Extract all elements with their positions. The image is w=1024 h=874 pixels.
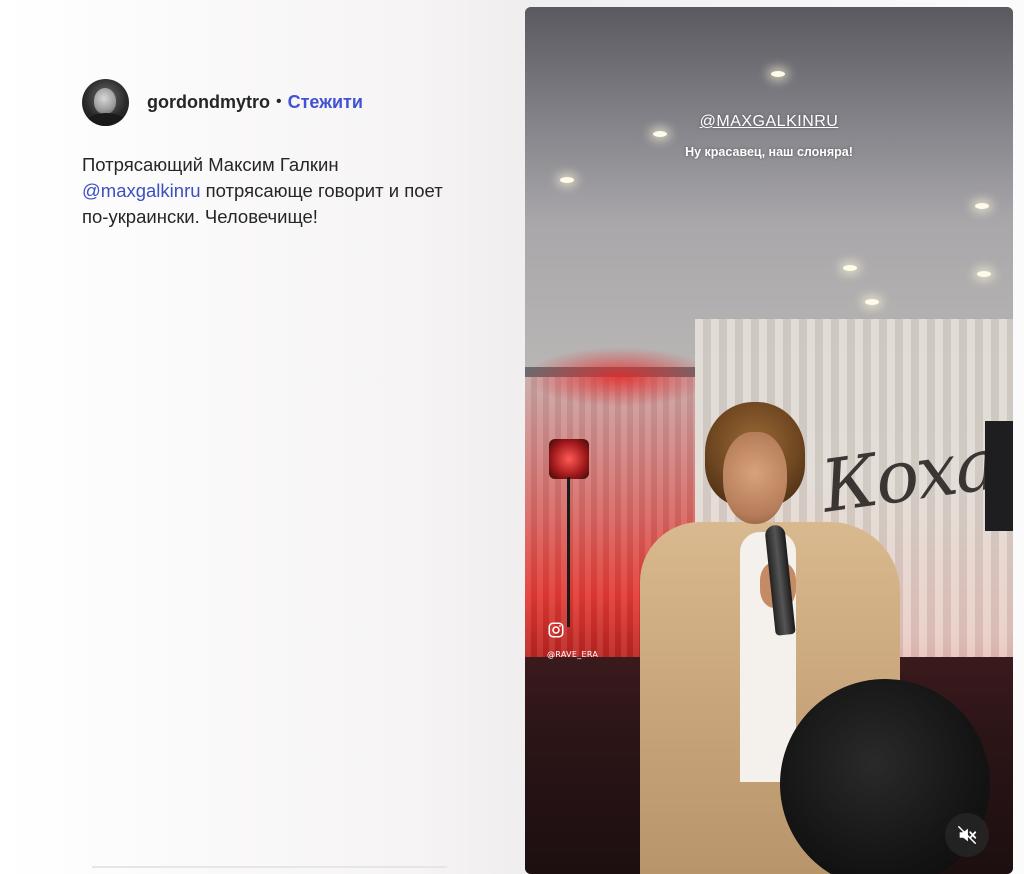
ceiling-light	[975, 203, 989, 209]
video-player[interactable]: Кохана @MAXGALKINRU Ну красавец, наш сло…	[525, 7, 1013, 874]
ceiling-light	[653, 131, 667, 137]
username-link[interactable]: gordondmytro	[147, 92, 270, 113]
mute-button[interactable]	[945, 813, 989, 857]
ceiling-light	[771, 71, 785, 77]
avatar-icon[interactable]	[82, 78, 129, 126]
light-stand	[567, 477, 570, 627]
wall-screen	[985, 421, 1013, 531]
avatar-head	[94, 87, 116, 114]
story-caption: Ну красавец, наш слоняра!	[685, 145, 853, 159]
ceiling-light	[865, 299, 879, 305]
instagram-icon	[548, 622, 564, 638]
caption-mention-link[interactable]: @maxgalkinru	[82, 180, 201, 201]
watermark-handle: @RAVE_ERA	[547, 650, 599, 659]
follow-button[interactable]: Стежити	[288, 92, 363, 113]
post-caption: Потрясающий Максим Галкин @maxgalkinru п…	[82, 152, 452, 230]
watermark: @RAVE_ERA	[547, 621, 607, 659]
post-header: gordondmytro • Стежити	[82, 78, 363, 126]
ceiling-light	[977, 271, 991, 277]
ceiling-light	[560, 177, 574, 183]
speaker-face	[723, 432, 787, 524]
red-glow	[525, 347, 715, 407]
caption-text-part1: Потрясающий Максим Галкин	[82, 154, 339, 175]
separator-dot: •	[276, 93, 282, 110]
video-ceiling	[525, 7, 1013, 367]
stage-light-icon	[549, 439, 589, 479]
speaker-muted-icon	[958, 826, 977, 844]
page: gordondmytro • Стежити Потрясающий Макси…	[0, 0, 1024, 874]
ceiling-light	[843, 265, 857, 271]
avatar-shoulders	[86, 112, 126, 126]
divider	[92, 866, 447, 868]
story-mention-link[interactable]: @MAXGALKINRU	[525, 113, 1013, 131]
